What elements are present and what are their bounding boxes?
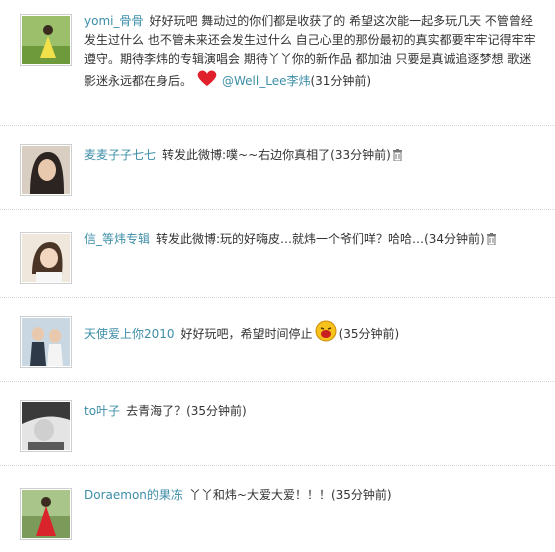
avatar[interactable] — [20, 488, 72, 540]
comment-text: 去青海了？ — [126, 404, 187, 418]
comment-text: 好好玩吧，希望时间停止 — [180, 327, 313, 341]
username-link[interactable]: 信_等炜专辑 — [84, 232, 150, 246]
avatar[interactable] — [20, 14, 72, 66]
avatar[interactable] — [20, 144, 72, 196]
comment-text: 转发此微博:噗~~右边你真相了 — [162, 148, 331, 162]
timestamp: (35分钟前) — [338, 327, 400, 341]
mention-link[interactable]: @Well_Lee李炜 — [222, 74, 310, 88]
comment-text: 丫丫和炜~大爱大爱！！！ — [188, 488, 331, 502]
comment-item: Doraemon的果冻 丫丫和炜~大爱大爱！！！(35分钟前) — [0, 466, 555, 552]
comment-item: to叶子 去青海了？(35分钟前) — [0, 382, 555, 466]
laughing-face-icon — [315, 320, 337, 348]
avatar[interactable] — [20, 232, 72, 284]
avatar[interactable] — [20, 400, 72, 452]
username-link[interactable]: Doraemon的果冻 — [84, 488, 183, 502]
trash-icon[interactable] — [486, 233, 496, 245]
comment-item: 信_等炜专辑 转发此微博:玩的好嗨皮…就炜一个爷们咩？哈哈…(34分钟前) — [0, 210, 555, 298]
timestamp: (35分钟前) — [330, 488, 392, 502]
timestamp: (31分钟前) — [310, 74, 372, 88]
comment-text: 转发此微博:玩的好嗨皮…就炜一个爷们咩？哈哈… — [156, 232, 425, 246]
timestamp: (34分钟前) — [424, 232, 485, 246]
trash-icon[interactable] — [392, 149, 402, 161]
avatar[interactable] — [20, 316, 72, 368]
timestamp: (35分钟前) — [186, 404, 247, 418]
timestamp: (33分钟前) — [330, 148, 391, 162]
heart-icon — [196, 69, 218, 93]
comment-item: 麦麦子子七七 转发此微博:噗~~右边你真相了(33分钟前) — [0, 126, 555, 210]
username-link[interactable]: 天使爱上你2010 — [84, 327, 175, 341]
username-link[interactable]: to叶子 — [84, 404, 120, 418]
username-link[interactable]: 麦麦子子七七 — [84, 148, 156, 162]
comment-item: yomi_骨骨 好好玩吧 舞动过的你们都是收获了的 希望这次能一起多玩几天 不管曾… — [0, 0, 555, 126]
username-link[interactable]: yomi_骨骨 — [84, 14, 143, 28]
comment-item: 天使爱上你2010 好好玩吧，希望时间停止 (35分钟前) — [0, 298, 555, 382]
